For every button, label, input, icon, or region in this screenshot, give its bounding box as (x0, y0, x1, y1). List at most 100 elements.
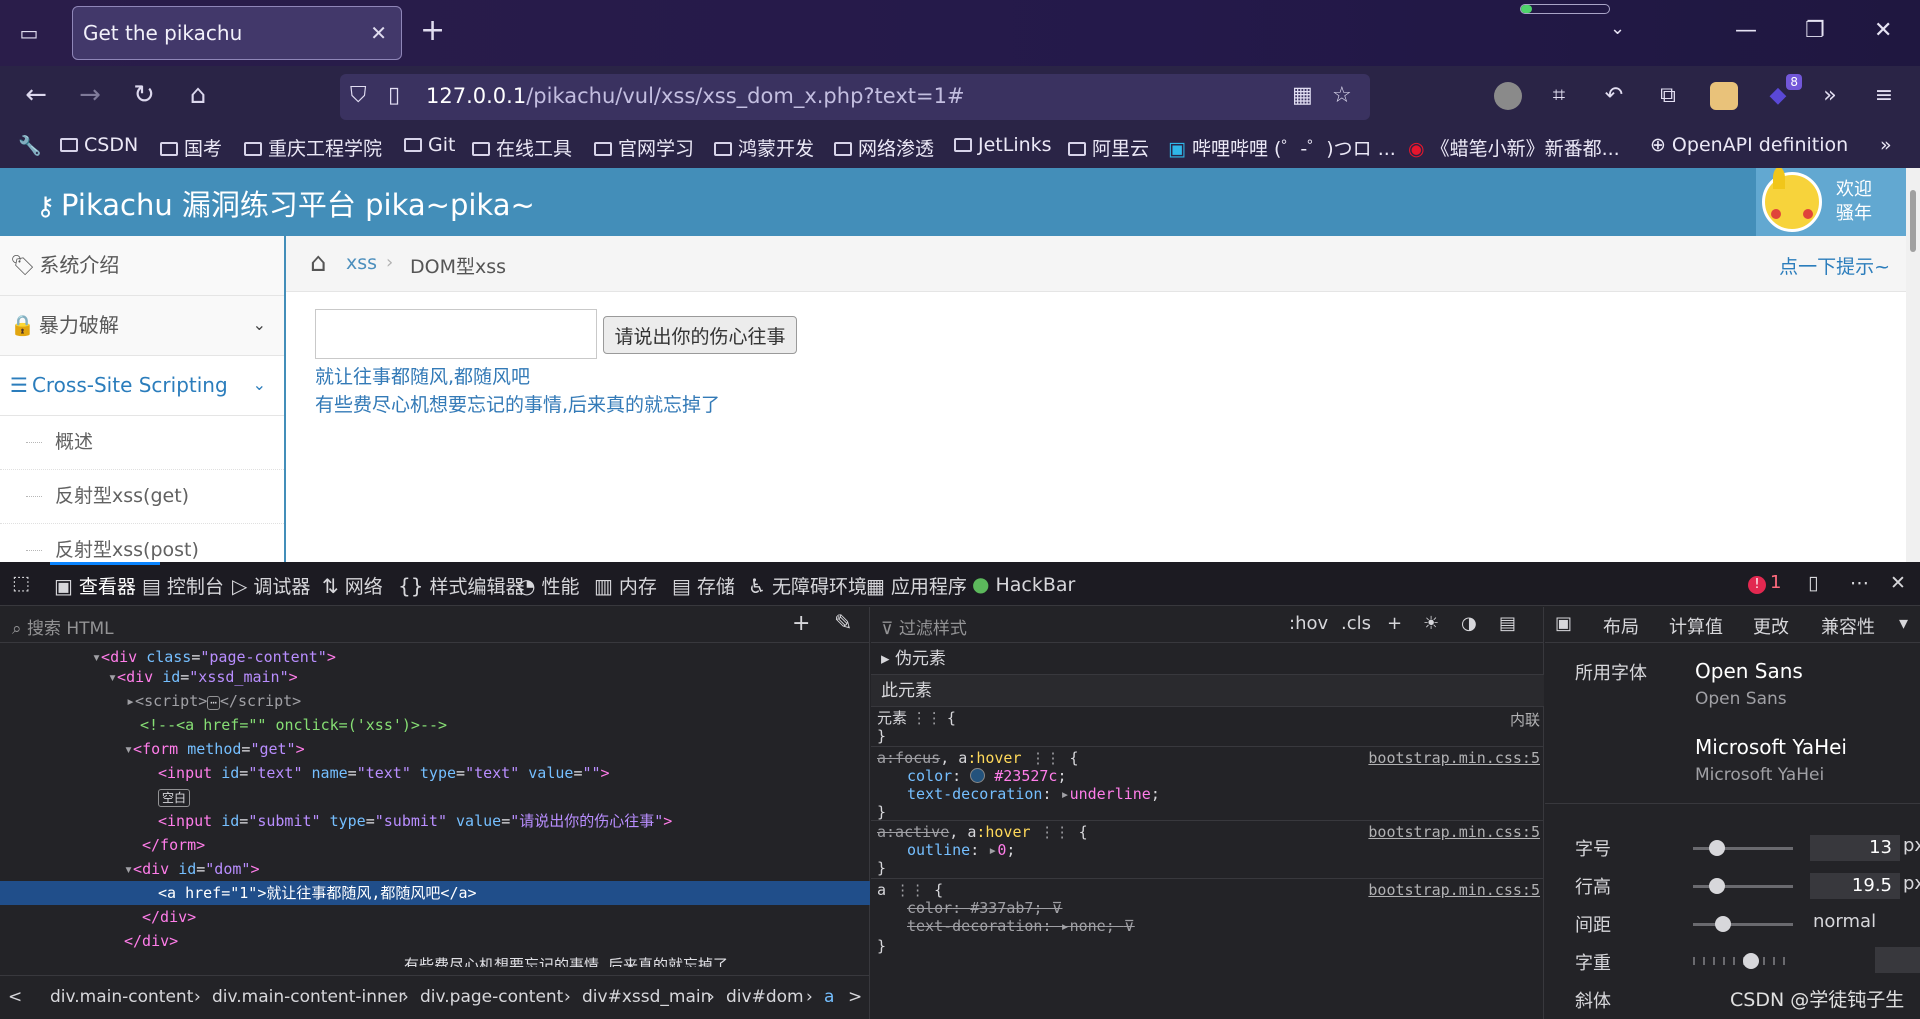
more-bookmarks-icon[interactable]: » (1880, 134, 1892, 156)
more-options-icon[interactable]: ⋯ (1850, 572, 1869, 594)
unit-label[interactable]: px (1903, 835, 1920, 856)
text-input[interactable] (315, 309, 597, 359)
bookmark-star-icon[interactable]: ☆ (1332, 83, 1352, 108)
qr-code-icon[interactable]: ▦ (1292, 83, 1313, 108)
tab-console[interactable]: ▤ 控制台 (142, 572, 224, 599)
wrench-icon[interactable]: 🔧 (18, 134, 42, 157)
tree-node[interactable]: </form> (0, 833, 870, 857)
bookmark-item[interactable]: CSDN (60, 134, 138, 156)
crumb-item[interactable]: div.main-content (50, 987, 193, 1007)
hint-link[interactable]: 点一下提示~ (1779, 252, 1890, 279)
add-rule-icon[interactable]: + (1387, 613, 1402, 634)
css-rule-anchor[interactable]: a ⋮⋮ { bootstrap.min.css:5 color: #337ab… (871, 879, 1544, 955)
print-icon[interactable]: ▤ (1499, 613, 1516, 634)
dock-icon[interactable]: ▯ (1808, 572, 1818, 594)
bookmark-item[interactable]: 重庆工程学院 (244, 134, 382, 161)
tab-application[interactable]: ▦ 应用程序 (866, 572, 967, 599)
sidebar-item-bruteforce[interactable]: 🔒 暴力破解 ⌄ (0, 296, 284, 356)
slider-knob[interactable] (1743, 953, 1759, 969)
crumb-prev-icon[interactable]: < (8, 987, 22, 1007)
tree-node-partial[interactable]: 有些费尽心机想要忘记的事情,后来真的就忘掉了 (0, 953, 870, 967)
profile-avatar-icon[interactable] (1494, 82, 1522, 110)
bookmark-item[interactable]: 在线工具 (472, 134, 572, 161)
close-tab-icon[interactable]: ✕ (370, 7, 387, 59)
expand-arrow-icon[interactable]: ▾ (124, 740, 133, 758)
slider-knob[interactable] (1709, 840, 1725, 856)
tab-hackbar[interactable]: ● HackBar (972, 572, 1075, 596)
tree-node[interactable]: </div> (0, 929, 870, 953)
breadcrumb-link[interactable]: xss (346, 252, 377, 274)
chevron-down-icon[interactable]: ▾ (1899, 613, 1908, 634)
home-icon[interactable]: ⌂ (310, 248, 327, 278)
sidebar-subitem-reflected-post[interactable]: 反射型xss(post) (0, 524, 284, 562)
url-bar[interactable]: ⛉ ▯ 127.0.0.1/pikachu/vul/xss/xss_dom_x.… (340, 74, 1370, 120)
site-title[interactable]: ⚷ Pikachu 漏洞练习平台 pika~pika~ (36, 182, 535, 224)
add-node-icon[interactable]: + (792, 611, 810, 636)
font-size-slider[interactable] (1693, 840, 1793, 856)
tree-node-selected[interactable]: <a href="1">就让往事都随风,都随风吧</a> (0, 881, 870, 905)
crumb-item[interactable]: div#dom (726, 987, 804, 1007)
font-size-value[interactable]: 13 (1810, 835, 1900, 861)
tab-performance[interactable]: ◔ 性能 (518, 572, 579, 599)
sidebar-subitem-reflected-get[interactable]: 反射型xss(get) (0, 470, 284, 524)
page-info-icon[interactable]: ▯ (388, 83, 400, 108)
user-menu[interactable]: 欢迎 骚年 (1756, 168, 1906, 236)
tab-debugger[interactable]: ▷ 调试器 (232, 572, 310, 599)
crumb-item[interactable]: div.main-content-inner (212, 987, 405, 1007)
bookmark-item[interactable]: JetLinks (954, 134, 1052, 156)
tab-changes[interactable]: 更改 (1753, 613, 1789, 639)
sidebar-item-xss[interactable]: ☰ Cross-Site Scripting ⌄ (0, 356, 284, 416)
extensions-icon[interactable]: ⧉ (1654, 82, 1682, 110)
color-swatch[interactable] (970, 768, 986, 783)
browser-tab[interactable]: Get the pikachu ✕ (72, 6, 402, 60)
cls-toggle[interactable]: .cls (1341, 613, 1371, 634)
tab-compatibility[interactable]: 兼容性 (1821, 613, 1875, 639)
filter-rule-icon[interactable]: ⊽ (1124, 917, 1135, 935)
extension-gem-icon[interactable]: ◆ 8 (1764, 74, 1802, 110)
tab-computed[interactable]: 计算值 (1669, 613, 1723, 639)
tree-node[interactable]: ▾<div id="xssd_main"> (0, 665, 870, 689)
tree-comment[interactable]: <!--<a href="" onclick=('xss')>--> (0, 713, 870, 737)
expand-arrow-icon[interactable]: ▾ (92, 648, 101, 666)
error-count-badge[interactable]: ! 1 (1748, 572, 1781, 594)
dom-link[interactable]: 就让往事都随风,都随风吧 (315, 362, 530, 389)
tree-node[interactable]: ▸<script> ⋯ </script> (0, 689, 870, 713)
bookmark-item[interactable]: 鸿蒙开发 (714, 134, 814, 161)
extension-face-icon[interactable] (1710, 82, 1738, 110)
tab-list-icon[interactable]: ▭ (14, 18, 44, 48)
bookmark-item[interactable]: ▣ 哔哩哔哩 (゜-゜)つロ ... (1168, 134, 1396, 161)
eyedropper-icon[interactable]: ✎ (834, 611, 852, 636)
letter-spacing-value[interactable]: normal (1813, 911, 1876, 932)
tree-node[interactable]: ▾<form method="get"> (0, 737, 870, 761)
url-text[interactable]: 127.0.0.1/pikachu/vul/xss/xss_dom_x.php?… (426, 84, 965, 108)
filter-rule-icon[interactable]: ⊽ (1052, 899, 1063, 917)
bookmark-item[interactable]: ◉ 《蜡笔小新》新番都... (1408, 134, 1620, 161)
letter-spacing-slider[interactable] (1693, 916, 1793, 932)
crumb-item[interactable]: div.page-content (420, 987, 563, 1007)
light-mode-icon[interactable]: ☀ (1423, 613, 1439, 634)
line-height-value[interactable]: 19.5 (1810, 873, 1900, 899)
chevron-down-icon[interactable]: ⌄ (1610, 18, 1625, 39)
tab-accessibility[interactable]: ♿ 无障碍环境 (748, 572, 867, 599)
tree-node[interactable]: ▾<div id="dom"> (0, 857, 870, 881)
bookmark-item[interactable]: 网络渗透 (834, 134, 934, 161)
crumb-item[interactable]: div#xssd_main (582, 987, 711, 1007)
back-icon[interactable]: ← (20, 80, 52, 110)
reload-icon[interactable]: ↻ (128, 80, 160, 110)
slider-knob[interactable] (1709, 878, 1725, 894)
menu-icon[interactable]: ≡ (1870, 82, 1898, 110)
ellipsis-badge[interactable]: ⋯ (207, 696, 220, 710)
expand-arrow-icon[interactable]: ▾ (108, 668, 117, 686)
new-tab-icon[interactable]: + (420, 16, 445, 46)
sidebar-item-intro[interactable]: 🏷 系统介绍 (0, 236, 284, 296)
forward-icon[interactable]: → (74, 80, 106, 110)
tab-layout[interactable]: 布局 (1603, 613, 1639, 639)
sidebar-toggle-icon[interactable]: ▣ (1555, 613, 1572, 634)
scrollbar-thumb[interactable] (1910, 190, 1916, 252)
crop-icon[interactable]: ⌗ (1545, 82, 1573, 110)
submit-button[interactable]: 请说出你的伤心往事 (603, 316, 797, 354)
tree-node[interactable]: </div> (0, 905, 870, 929)
slider-knob[interactable] (1715, 916, 1731, 932)
tab-network[interactable]: ⇅ 网络 (322, 572, 383, 599)
expand-arrow-icon[interactable]: ▾ (124, 860, 133, 878)
